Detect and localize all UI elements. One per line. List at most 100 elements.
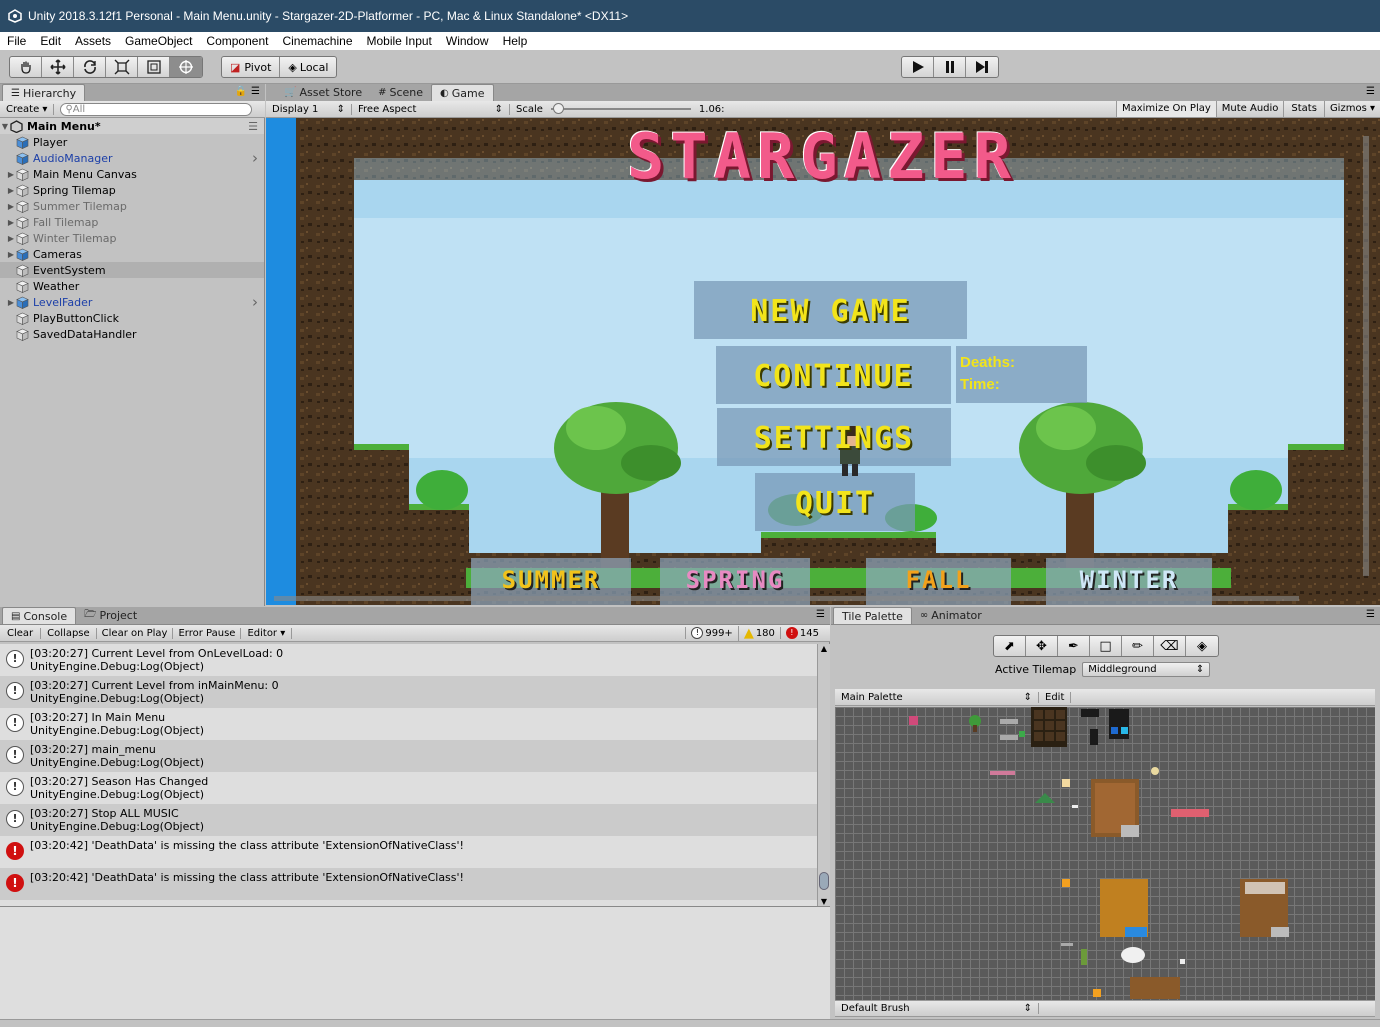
hierarchy-item[interactable]: AudioManager › — [0, 149, 264, 167]
panel-menu-icon[interactable]: ☰ — [251, 86, 260, 97]
scene-menu-icon[interactable]: ☰ — [248, 120, 258, 133]
error-pause-toggle[interactable]: Error Pause — [173, 627, 242, 639]
hierarchy-item[interactable]: ▶ Summer Tilemap — [0, 198, 264, 214]
menu-assets[interactable]: Assets — [68, 34, 118, 48]
new-game-button[interactable]: NEW GAME — [694, 294, 967, 329]
transform-tool-button[interactable] — [170, 57, 202, 77]
season-summer-button[interactable]: SUMMER — [471, 566, 631, 594]
scroll-down-icon[interactable]: ▼ — [818, 897, 830, 906]
tab-scene[interactable]: # Scene — [370, 84, 431, 101]
log-entry[interactable]: ! [03:20:27] main_menu UnityEngine.Debug:L… — [0, 740, 817, 772]
game-vscroll[interactable] — [1363, 136, 1369, 576]
menu-help[interactable]: Help — [496, 34, 535, 48]
scroll-thumb[interactable] — [819, 872, 829, 890]
console-detail-pane[interactable] — [0, 906, 830, 1019]
chevron-right-icon[interactable]: › — [252, 149, 258, 167]
rotate-tool-button[interactable] — [74, 57, 106, 77]
scale-tool-button[interactable] — [106, 57, 138, 77]
log-entry[interactable]: ! [03:20:27] Season Has Changed UnityEngin… — [0, 772, 817, 804]
expand-arrow-icon[interactable]: ▶ — [6, 218, 16, 227]
hierarchy-item[interactable]: Player — [0, 134, 264, 150]
hierarchy-item[interactable]: EventSystem — [0, 262, 264, 278]
log-entry[interactable]: ! [03:20:27] In Main Menu UnityEngine.Debu… — [0, 708, 817, 740]
continue-button[interactable]: CONTINUE — [716, 359, 951, 394]
hierarchy-item[interactable]: ▶ LevelFader › — [0, 293, 264, 311]
menu-edit[interactable]: Edit — [33, 34, 68, 48]
scene-row[interactable]: ▼ Main Menu* ☰ — [0, 118, 264, 134]
rect-tool-button[interactable] — [138, 57, 170, 77]
scroll-up-icon[interactable]: ▲ — [818, 644, 830, 653]
hierarchy-item[interactable]: ▶ Cameras — [0, 246, 264, 262]
hierarchy-item[interactable]: ▶ Winter Tilemap — [0, 230, 264, 246]
clear-button[interactable]: Clear — [0, 627, 42, 639]
info-count-toggle[interactable]: ! 999+ — [685, 627, 737, 639]
palette-dropdown[interactable]: Main Palette ⇕ — [835, 691, 1039, 703]
slider-thumb[interactable] — [552, 103, 564, 114]
expand-arrow-icon[interactable]: ▶ — [6, 170, 16, 179]
panel-menu-icon[interactable]: ☰ — [1366, 86, 1375, 97]
hierarchy-search-input[interactable]: ⚲ All — [60, 102, 253, 116]
menu-mobile-input[interactable]: Mobile Input — [360, 34, 439, 48]
tab-project[interactable]: 🗁 Project — [76, 607, 145, 624]
expand-arrow-icon[interactable]: ▶ — [6, 234, 16, 243]
tab-tile-palette[interactable]: Tile Palette — [833, 607, 912, 624]
quit-button[interactable]: QUIT — [755, 486, 915, 521]
console-scrollbar[interactable]: ▲ ▼ — [817, 644, 830, 906]
play-button[interactable] — [902, 57, 934, 77]
aspect-dropdown[interactable]: Free Aspect ⇕ — [352, 103, 510, 115]
hierarchy-item[interactable]: ▶ Fall Tilemap — [0, 214, 264, 230]
log-entry[interactable]: ! [03:20:42] 'DeathData' is missing the c… — [0, 836, 817, 868]
move-tool-button[interactable] — [42, 57, 74, 77]
expand-arrow-icon[interactable]: ▶ — [6, 298, 16, 307]
mute-audio-toggle[interactable]: Mute Audio — [1215, 101, 1284, 117]
edit-toggle[interactable]: Edit — [1039, 691, 1072, 703]
console-log-list[interactable]: ! [03:20:27] Current Level from OnLevelLo… — [0, 644, 817, 906]
clear-on-play-toggle[interactable]: Clear on Play — [97, 627, 174, 639]
editor-dropdown[interactable]: Editor ▾ — [241, 627, 293, 639]
lock-icon[interactable]: 🔒 — [235, 86, 247, 97]
collapse-toggle[interactable]: Collapse — [41, 627, 97, 639]
log-entry[interactable]: ! [03:20:27] Current Level from OnLevelLo… — [0, 644, 817, 676]
pause-button[interactable] — [934, 57, 966, 77]
expand-arrow-icon[interactable]: ▶ — [6, 186, 16, 195]
stats-toggle[interactable]: Stats — [1283, 101, 1324, 117]
tab-asset-store[interactable]: 🛒 Asset Store — [276, 84, 370, 101]
menu-file[interactable]: File — [0, 34, 33, 48]
menu-cinemachine[interactable]: Cinemachine — [275, 34, 359, 48]
hierarchy-item[interactable]: SavedDataHandler — [0, 326, 264, 342]
hierarchy-item[interactable]: Weather — [0, 278, 264, 294]
settings-button[interactable]: SETTINGS — [717, 421, 951, 456]
hierarchy-item[interactable]: ▶ Spring Tilemap — [0, 182, 264, 198]
tab-animator[interactable]: ∞ Animator — [912, 607, 990, 624]
active-tilemap-dropdown[interactable]: Middleground ⇕ — [1082, 662, 1211, 677]
menu-component[interactable]: Component — [199, 34, 275, 48]
game-hscroll[interactable] — [274, 596, 1299, 601]
picker-button[interactable]: ✏ — [1122, 636, 1154, 656]
menu-gameobject[interactable]: GameObject — [118, 34, 199, 48]
maximize-on-play-toggle[interactable]: Maximize On Play — [1115, 101, 1216, 117]
move-tile-button[interactable]: ✥ — [1026, 636, 1058, 656]
panel-menu-icon[interactable]: ☰ — [1366, 609, 1375, 620]
tab-game[interactable]: ◐ Game — [431, 84, 494, 101]
season-spring-button[interactable]: SPRING — [660, 566, 810, 594]
hierarchy-item[interactable]: ▶ Main Menu Canvas — [0, 166, 264, 182]
display-dropdown[interactable]: Display 1 ⇕ — [266, 103, 352, 115]
expand-arrow-icon[interactable]: ▼ — [0, 122, 10, 131]
eraser-button[interactable]: ⌫ — [1154, 636, 1186, 656]
box-fill-button[interactable]: □ — [1090, 636, 1122, 656]
step-button[interactable] — [966, 57, 998, 77]
log-entry[interactable]: ! [03:20:42] 'DeathData' is missing the c… — [0, 868, 817, 900]
log-entry[interactable]: ! [03:20:27] Stop ALL MUSIC UnityEngine.De… — [0, 804, 817, 836]
select-tool-button[interactable]: ⬈ — [994, 636, 1026, 656]
panel-menu-icon[interactable]: ☰ — [816, 609, 825, 620]
tab-hierarchy[interactable]: ☰ Hierarchy — [2, 84, 86, 101]
menu-window[interactable]: Window — [439, 34, 496, 48]
scale-slider[interactable] — [550, 103, 691, 115]
local-toggle[interactable]: ◈ Local — [280, 57, 336, 77]
paint-brush-button[interactable]: ✒ — [1058, 636, 1090, 656]
hierarchy-item[interactable]: PlayButtonClick — [0, 310, 264, 326]
brush-dropdown[interactable]: Default Brush ⇕ — [835, 1003, 1039, 1014]
game-canvas[interactable]: STARGAZER NEW GAME CONTINUE SETTINGS QUI… — [266, 118, 1380, 605]
pivot-toggle[interactable]: ◪ Pivot — [222, 57, 281, 77]
hand-tool-button[interactable] — [10, 57, 42, 77]
